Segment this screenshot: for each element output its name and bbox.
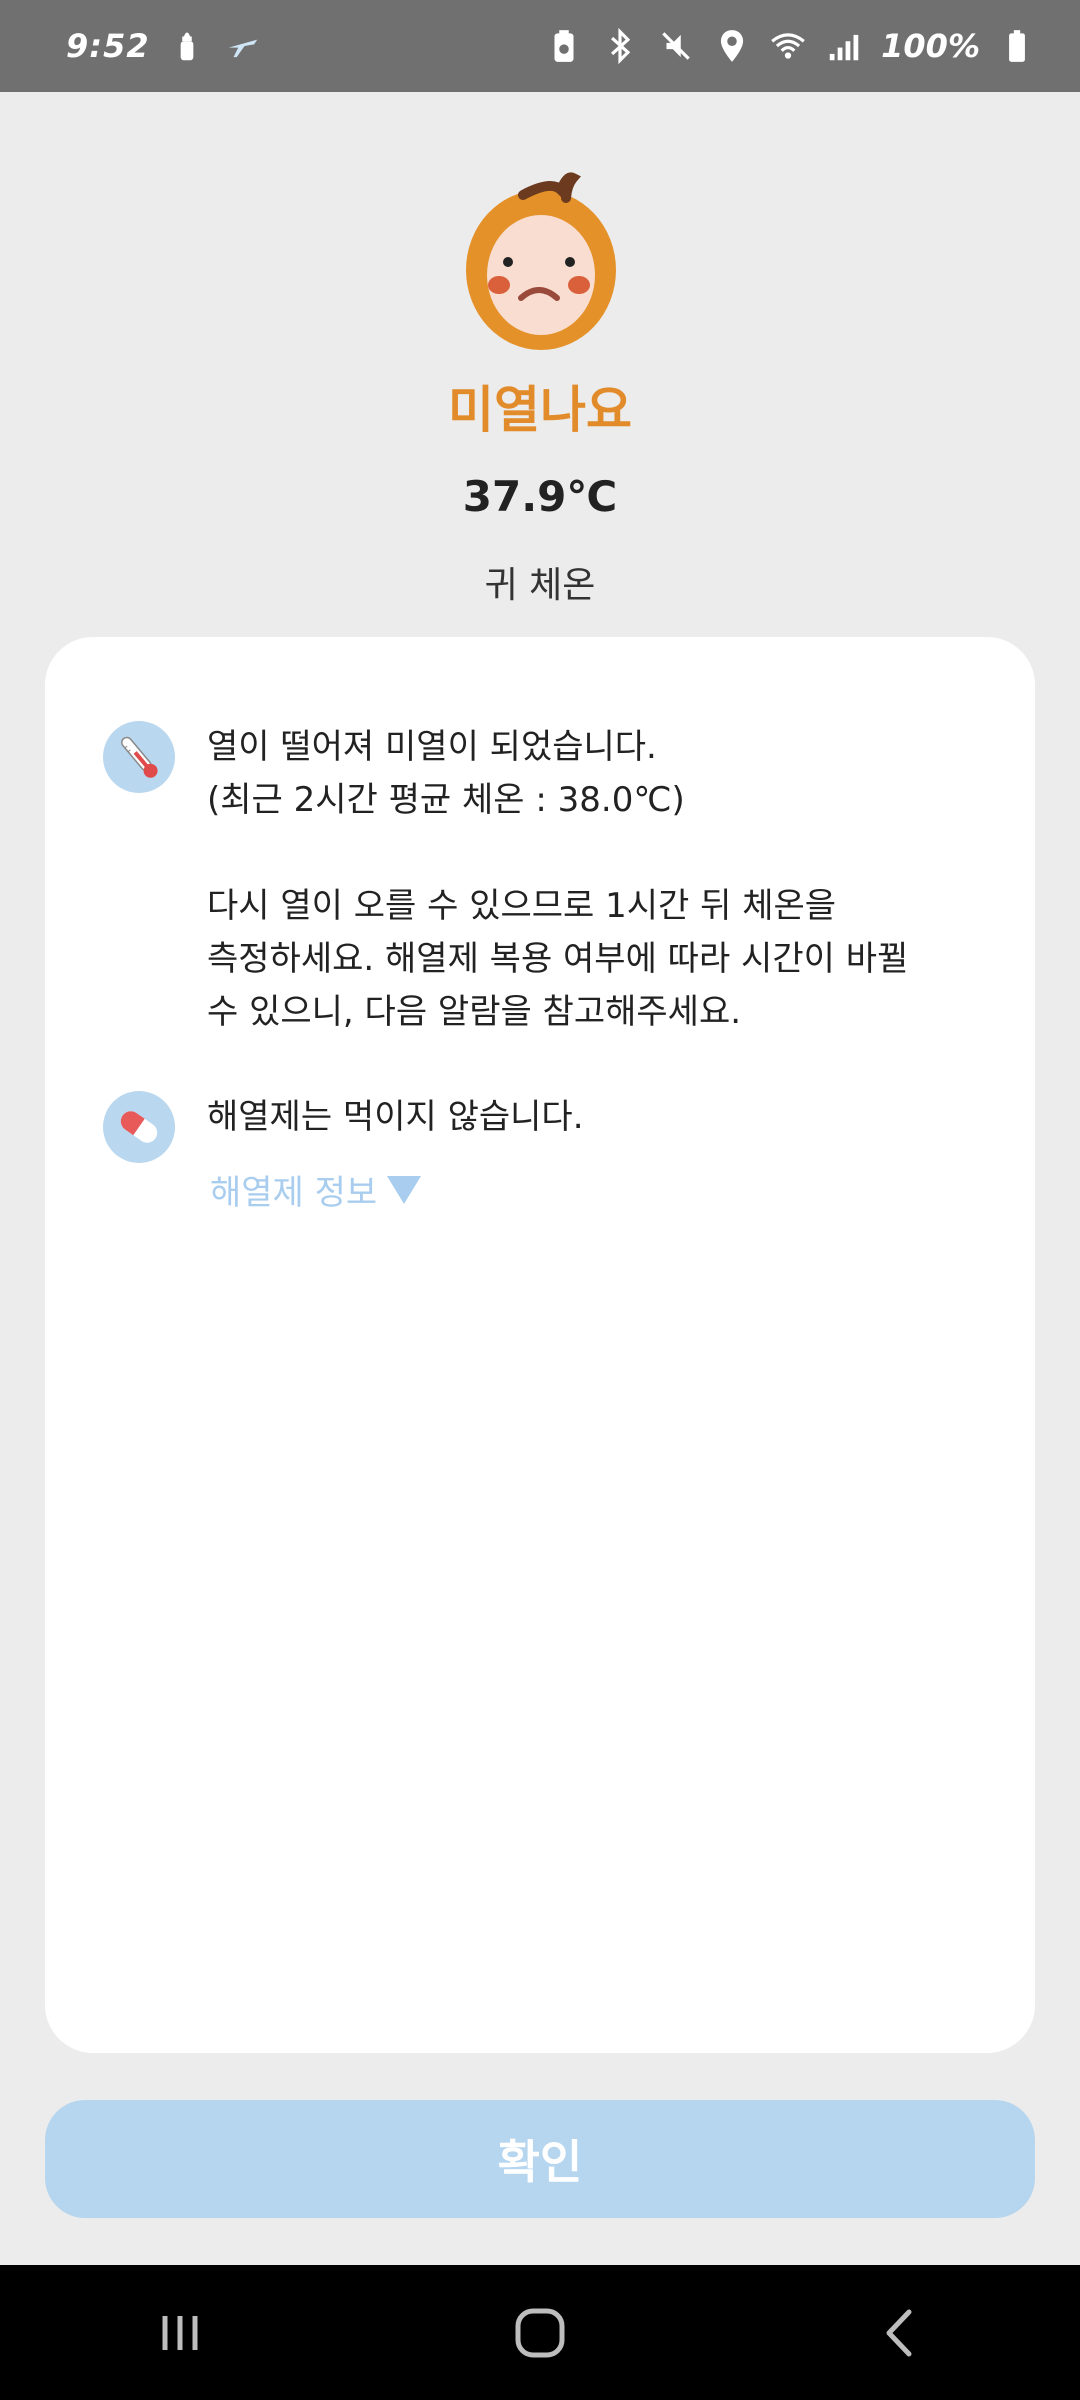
- sick-baby-face-icon: [461, 170, 621, 355]
- battery-saver-icon: [545, 27, 583, 65]
- advice-line: 다시 열이 오를 수 있으므로 1시간 뒤 체온을: [207, 886, 837, 926]
- back-icon: [886, 2309, 912, 2356]
- message-line: 열이 떨어져 미열이 되었습니다.: [207, 727, 657, 767]
- baby-bottle-icon: [168, 27, 206, 65]
- guidance-card: 열이 떨어져 미열이 되었습니다. (최근 2시간 평균 체온 : 38.0℃)…: [45, 637, 1035, 2053]
- medicine-message-text: 해열제는 먹이지 않습니다.: [207, 1097, 584, 1137]
- thermometer-icon: [103, 721, 175, 793]
- fever-status-title: 미열나요: [448, 381, 632, 439]
- battery-percentage: 100%: [881, 27, 980, 65]
- advice-line: 수 있으니, 다음 알람을 참고해주세요.: [207, 992, 742, 1032]
- temperature-value: 37.9℃: [462, 472, 618, 521]
- recent-apps-button[interactable]: [120, 2293, 240, 2373]
- antipyretic-info-link[interactable]: 해열제 정보: [210, 1165, 422, 1214]
- mute-icon: [657, 27, 695, 65]
- bluetooth-icon: [601, 27, 639, 65]
- confirm-button[interactable]: 확인: [45, 2100, 1035, 2218]
- medicine-message-row: 해열제는 먹이지 않습니다.: [103, 1091, 967, 1163]
- result-header: 미열나요 37.9℃ 귀 체온: [0, 92, 1080, 637]
- plane-icon: [224, 27, 262, 65]
- wifi-icon: [769, 27, 807, 65]
- system-navigation-bar: [0, 2265, 1080, 2400]
- battery-icon: [998, 27, 1036, 65]
- measurement-method: 귀 체온: [484, 565, 596, 606]
- status-bar: 9:52 100%: [0, 0, 1080, 92]
- recent-apps-icon: [162, 2315, 198, 2350]
- antipyretic-info-label: 해열제 정보: [210, 1173, 378, 1213]
- status-time: 9:52: [66, 27, 150, 65]
- back-button[interactable]: [840, 2293, 960, 2373]
- signal-icon: [825, 27, 863, 65]
- advice-line: 측정하세요. 해열제 복용 여부에 따라 시간이 바뀔: [207, 939, 909, 979]
- location-icon: [713, 27, 751, 65]
- home-icon: [515, 2308, 565, 2357]
- pill-icon: [103, 1091, 175, 1163]
- home-button[interactable]: [480, 2293, 600, 2373]
- temperature-message-text: 열이 떨어져 미열이 되었습니다. (최근 2시간 평균 체온 : 38.0℃)…: [207, 721, 967, 1039]
- average-temperature-line: (최근 2시간 평균 체온 : 38.0℃): [207, 780, 685, 820]
- temperature-message-row: 열이 떨어져 미열이 되었습니다. (최근 2시간 평균 체온 : 38.0℃)…: [103, 721, 967, 1039]
- triangle-down-icon: [387, 1175, 422, 1204]
